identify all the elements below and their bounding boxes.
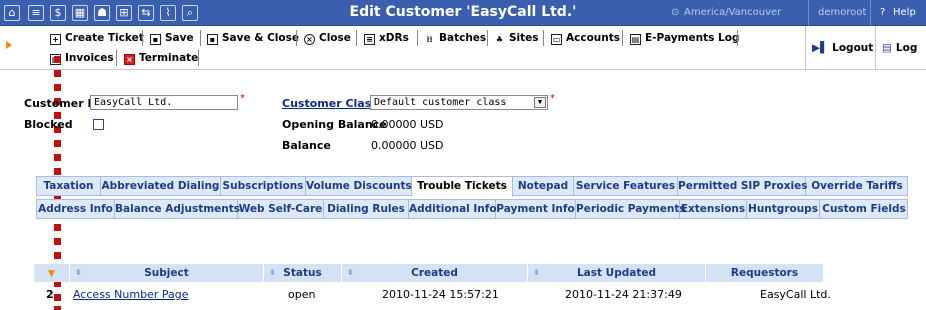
- toolbar: + Create Ticket ▪ Save ▪ Save & Close × Clos…: [0, 26, 926, 70]
- create-ticket-button[interactable]: + Create Ticket: [50, 29, 144, 47]
- tab-address-info[interactable]: Address Info: [37, 200, 115, 219]
- floppy-close-icon: ▪: [207, 34, 218, 45]
- terminate-button[interactable]: × Terminate: [124, 49, 198, 67]
- separator: [417, 30, 418, 46]
- separator: [737, 30, 738, 46]
- separator: [870, 0, 871, 26]
- column-subject[interactable]: ⬍ Subject: [70, 264, 264, 282]
- opening-balance-value: 0.00000 USD: [371, 118, 444, 131]
- batches-button[interactable]: ⁞⁞ Batches: [424, 29, 486, 47]
- help-link[interactable]: Help: [893, 7, 916, 18]
- customer-class-link[interactable]: Customer Class: [282, 97, 378, 110]
- xdrs-button[interactable]: ≡ xDRs: [364, 29, 409, 47]
- customer-id-input[interactable]: EasyCall Ltd.: [90, 95, 238, 110]
- accounts-button[interactable]: ▭ Accounts: [551, 29, 620, 47]
- customer-class-select[interactable]: Default customer class ▼: [370, 95, 548, 110]
- tab-trouble-tickets[interactable]: Trouble Tickets: [412, 177, 513, 197]
- tab-volume-discounts[interactable]: Volume Discounts: [306, 177, 412, 196]
- log-box: ▤ Log: [875, 26, 926, 70]
- save-close-button[interactable]: ▪ Save & Close: [207, 29, 299, 47]
- ticket-requestors: EasyCall Ltd.: [760, 288, 831, 301]
- logout-icon: ▶▌: [812, 42, 829, 54]
- tab-extensions[interactable]: Extensions: [680, 200, 747, 219]
- plus-box-icon: +: [50, 34, 61, 45]
- clock-icon: ⊙: [671, 7, 680, 18]
- separator: [116, 50, 117, 66]
- required-mark: *: [240, 93, 245, 104]
- epayments-icon: ▤: [630, 34, 641, 45]
- sort-icon: ⬍: [269, 268, 276, 277]
- ticket-updated: 2010-11-24 21:37:49: [565, 288, 682, 301]
- balance-value: 0.00000 USD: [371, 139, 444, 152]
- ticket-subject-link[interactable]: Access Number Page: [73, 288, 188, 301]
- grid-menu-column[interactable]: ▼: [34, 264, 70, 282]
- logout-button[interactable]: ▶▌ Logout: [812, 39, 873, 57]
- separator: [487, 30, 488, 46]
- floppy-icon: ▪: [150, 34, 161, 45]
- tab-override-tariffs[interactable]: Override Tariffs: [806, 177, 908, 196]
- tab-huntgroups[interactable]: Huntgroups: [747, 200, 820, 219]
- column-status[interactable]: ⬍ Status: [264, 264, 342, 282]
- tab-taxation[interactable]: Taxation: [37, 177, 101, 196]
- sites-icon: ♣: [495, 35, 504, 44]
- column-requestors[interactable]: Requestors: [706, 264, 824, 282]
- tab-balance-adjustments[interactable]: Balance Adjustments: [115, 200, 240, 219]
- sort-icon: ⬍: [75, 268, 82, 277]
- logout-box: ▶▌ Logout: [805, 26, 875, 70]
- close-button[interactable]: × Close: [304, 29, 351, 47]
- separator: [296, 30, 297, 46]
- close-circle-icon: ×: [304, 34, 315, 45]
- title-bar: ⌂ ≡ $ ▦ ☗ ⊞ ⇆ ⌇ ⌕ Edit Customer 'EasyCal…: [0, 0, 926, 26]
- tab-dialing-rules[interactable]: Dialing Rules: [324, 200, 409, 219]
- page-title: Edit Customer 'EasyCall Ltd.': [349, 4, 577, 20]
- blocked-label: Blocked: [24, 118, 73, 131]
- separator: [200, 30, 201, 46]
- tab-payment-info[interactable]: Payment Info: [496, 200, 576, 219]
- ticket-created: 2010-11-24 15:57:21: [382, 288, 499, 301]
- ticket-id: 2: [46, 288, 54, 301]
- ticket-status: open: [288, 288, 316, 301]
- help-icon[interactable]: ?: [880, 7, 885, 18]
- collapse-arrow-icon[interactable]: [6, 41, 12, 49]
- chevron-down-icon: ▼: [534, 97, 546, 108]
- dropdown-arrow-icon: ▼: [48, 269, 55, 279]
- batches-icon: ⁞⁞: [426, 35, 433, 44]
- column-last-updated[interactable]: ⬍ Last Updated: [528, 264, 706, 282]
- separator: [142, 30, 143, 46]
- sort-icon: ⬍: [533, 268, 540, 277]
- tab-custom-fields[interactable]: Custom Fields: [820, 200, 908, 219]
- timezone-label[interactable]: America/Vancouver: [684, 7, 781, 18]
- terminate-icon: ×: [124, 54, 135, 65]
- balance-label: Balance: [282, 139, 331, 152]
- tab-additional-info[interactable]: Additional Info: [409, 200, 497, 219]
- tab-row-2: Address Info Balance Adjustments Web Sel…: [36, 199, 908, 219]
- blocked-checkbox[interactable]: [93, 119, 104, 130]
- log-icon: ▤: [882, 42, 892, 54]
- tab-permitted-sip-proxies[interactable]: Permitted SIP Proxies: [678, 177, 808, 196]
- tab-periodic-payments[interactable]: Periodic Payments: [576, 200, 686, 219]
- list-icon: ≡: [364, 34, 375, 45]
- epayments-log-button[interactable]: ▤ E-Payments Log: [630, 29, 739, 47]
- separator: [198, 50, 199, 66]
- save-button[interactable]: ▪ Save: [150, 29, 194, 47]
- tab-service-features[interactable]: Service Features: [574, 177, 678, 196]
- separator: [543, 30, 544, 46]
- required-mark: *: [550, 93, 555, 104]
- sort-icon: ⬍: [347, 268, 354, 277]
- separator: [622, 30, 623, 46]
- tab-notepad[interactable]: Notepad: [513, 177, 574, 196]
- log-button[interactable]: ▤ Log: [882, 39, 917, 57]
- tab-subscriptions[interactable]: Subscriptions: [221, 177, 306, 196]
- user-label[interactable]: demoroot: [818, 7, 866, 18]
- tab-abbreviated-dialing[interactable]: Abbreviated Dialing: [101, 177, 221, 196]
- tab-web-self-care[interactable]: Web Self-Care: [238, 200, 324, 219]
- accounts-icon: ▭: [551, 34, 562, 45]
- separator: [356, 30, 357, 46]
- sites-button[interactable]: ♣ Sites: [494, 29, 539, 47]
- separator: [808, 0, 809, 26]
- tab-row-1: Taxation Abbreviated Dialing Subscriptio…: [36, 176, 908, 197]
- column-created[interactable]: ⬍ Created: [342, 264, 528, 282]
